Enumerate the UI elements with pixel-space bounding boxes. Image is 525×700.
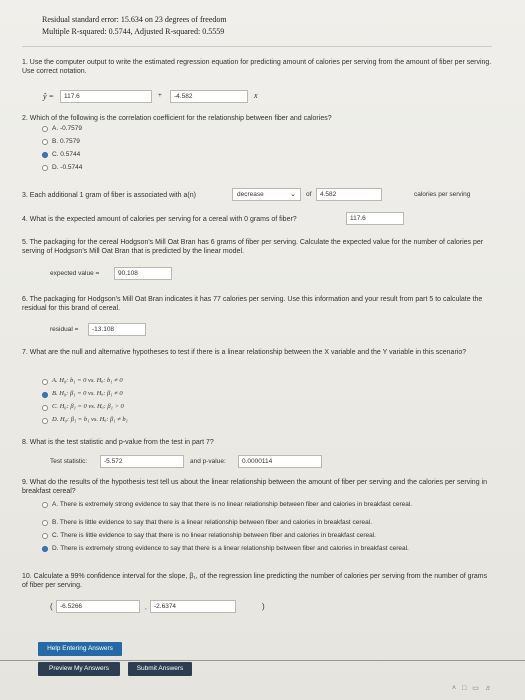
q1-text: 1. Use the computer output to write the … [22,59,492,75]
q2-radio-d[interactable] [42,165,48,171]
q2-text: 2. Which of the following is the correla… [22,115,332,122]
battery-icon[interactable]: ▭ [472,685,479,692]
help-entering-answers-button[interactable]: Help Entering Answers [38,642,122,656]
chevron-up-icon[interactable]: ˄ [452,685,456,692]
q8-stat-input[interactable]: -5.572 [100,455,184,468]
q9-option-c: C. There is little evidence to say that … [52,532,376,539]
q7-option-b: B. H₀: β₁ = 0 vs. Hₐ: β₁ ≠ 0 [52,390,123,397]
ci-close-paren: ) [262,602,265,611]
q7-radio-d[interactable] [42,418,48,424]
summary-line-1: Residual standard error: 15.634 on 23 de… [42,15,227,24]
q8-p-label: and p-value: [190,458,226,465]
q9-text: 9. What do the results of the hypothesis… [22,479,487,495]
q2-radio-b[interactable] [42,139,48,145]
ci-upper-input[interactable]: -2.6374 [150,600,236,613]
ci-open-paren: ( [50,602,53,611]
q7-option-a: A. H₀: b₁ = 0 vs. Hₐ: b₁ ≠ 0 [52,377,123,384]
q6-input[interactable]: -13.108 [88,323,146,336]
q7-text: 7. What are the null and alternative hyp… [22,349,467,356]
q2-radio-a[interactable] [42,126,48,132]
q8-stat-label: Test statistic: [50,458,88,465]
q8-text: 8. What is the test statistic and p-valu… [22,439,214,446]
volume-icon[interactable]: ♬ [485,685,492,692]
q7-radio-b[interactable] [42,392,48,398]
q9-option-b: B. There is little evidence to say that … [52,519,372,526]
q7-option-d: D. H₀: β₁ = b₁ vs. Hₐ: β₁ ≠ b₁ [52,416,128,423]
q7-radio-c[interactable] [42,405,48,411]
q3-amount-input[interactable]: 4.582 [316,188,382,201]
q3-text: 3. Each additional 1 gram of fiber is as… [22,192,196,199]
taskbar-edge [0,660,525,661]
yhat-label: ŷ = [43,92,54,101]
q6-text: 6. The packaging for Hodgson's Mill Oat … [22,296,483,312]
ci-comma: , [145,604,147,611]
q10-text: 10. Calculate a 99% confidence interval … [22,573,488,589]
q7-radio-a[interactable] [42,379,48,385]
x-variable: x [254,91,258,100]
divider [22,46,492,47]
q5-text: 5. The packaging for the cereal Hodgson'… [22,239,484,255]
q9-option-d: D. There is extremely strong evidence to… [52,545,409,552]
q5-label: expected value = [50,270,100,277]
network-icon[interactable]: □ [462,685,466,692]
summary-line-2: Multiple R-squared: 0.5744, Adjusted R-s… [42,27,225,36]
slope-input[interactable]: -4.582 [170,90,248,103]
q9-option-a: A. There is extremely strong evidence to… [52,501,413,508]
q8-p-input[interactable]: 0.0000114 [238,455,322,468]
q5-input[interactable]: 90.108 [114,267,172,280]
q9-radio-d[interactable] [42,546,48,552]
q4-input[interactable]: 117.6 [346,212,404,225]
q9-radio-a[interactable] [42,502,48,508]
q4-text: 4. What is the expected amount of calori… [22,216,297,223]
q7-option-c: C. H₀: β₁ = 0 vs. Hₐ: β₁ > 0 [52,403,124,410]
submit-answers-button[interactable]: Submit Answers [128,662,192,676]
ci-lower-input[interactable]: -6.5266 [56,600,140,613]
preview-answers-button[interactable]: Preview My Answers [38,662,120,676]
system-tray: ˄ □ ▭ ♬ [452,684,492,692]
q9-radio-c[interactable] [42,533,48,539]
q9-radio-b[interactable] [42,520,48,526]
q2-option-c: C. 0.5744 [52,151,81,158]
q2-option-a: A. -0.7579 [52,125,82,132]
q3-direction-select[interactable]: decrease ⌄ [232,188,301,201]
q3-select-value: decrease [237,191,264,198]
plus-sign: + [158,92,162,99]
q6-label: residual = [50,326,79,333]
chevron-down-icon: ⌄ [290,191,296,198]
q3-suffix: calories per serving [414,191,471,198]
q2-option-d: D. -0.5744 [52,164,83,171]
intercept-input[interactable]: 117.6 [60,90,152,103]
q3-of-label: of [306,191,312,198]
q2-radio-c[interactable] [42,152,48,158]
q2-option-b: B. 0.7579 [52,138,80,145]
